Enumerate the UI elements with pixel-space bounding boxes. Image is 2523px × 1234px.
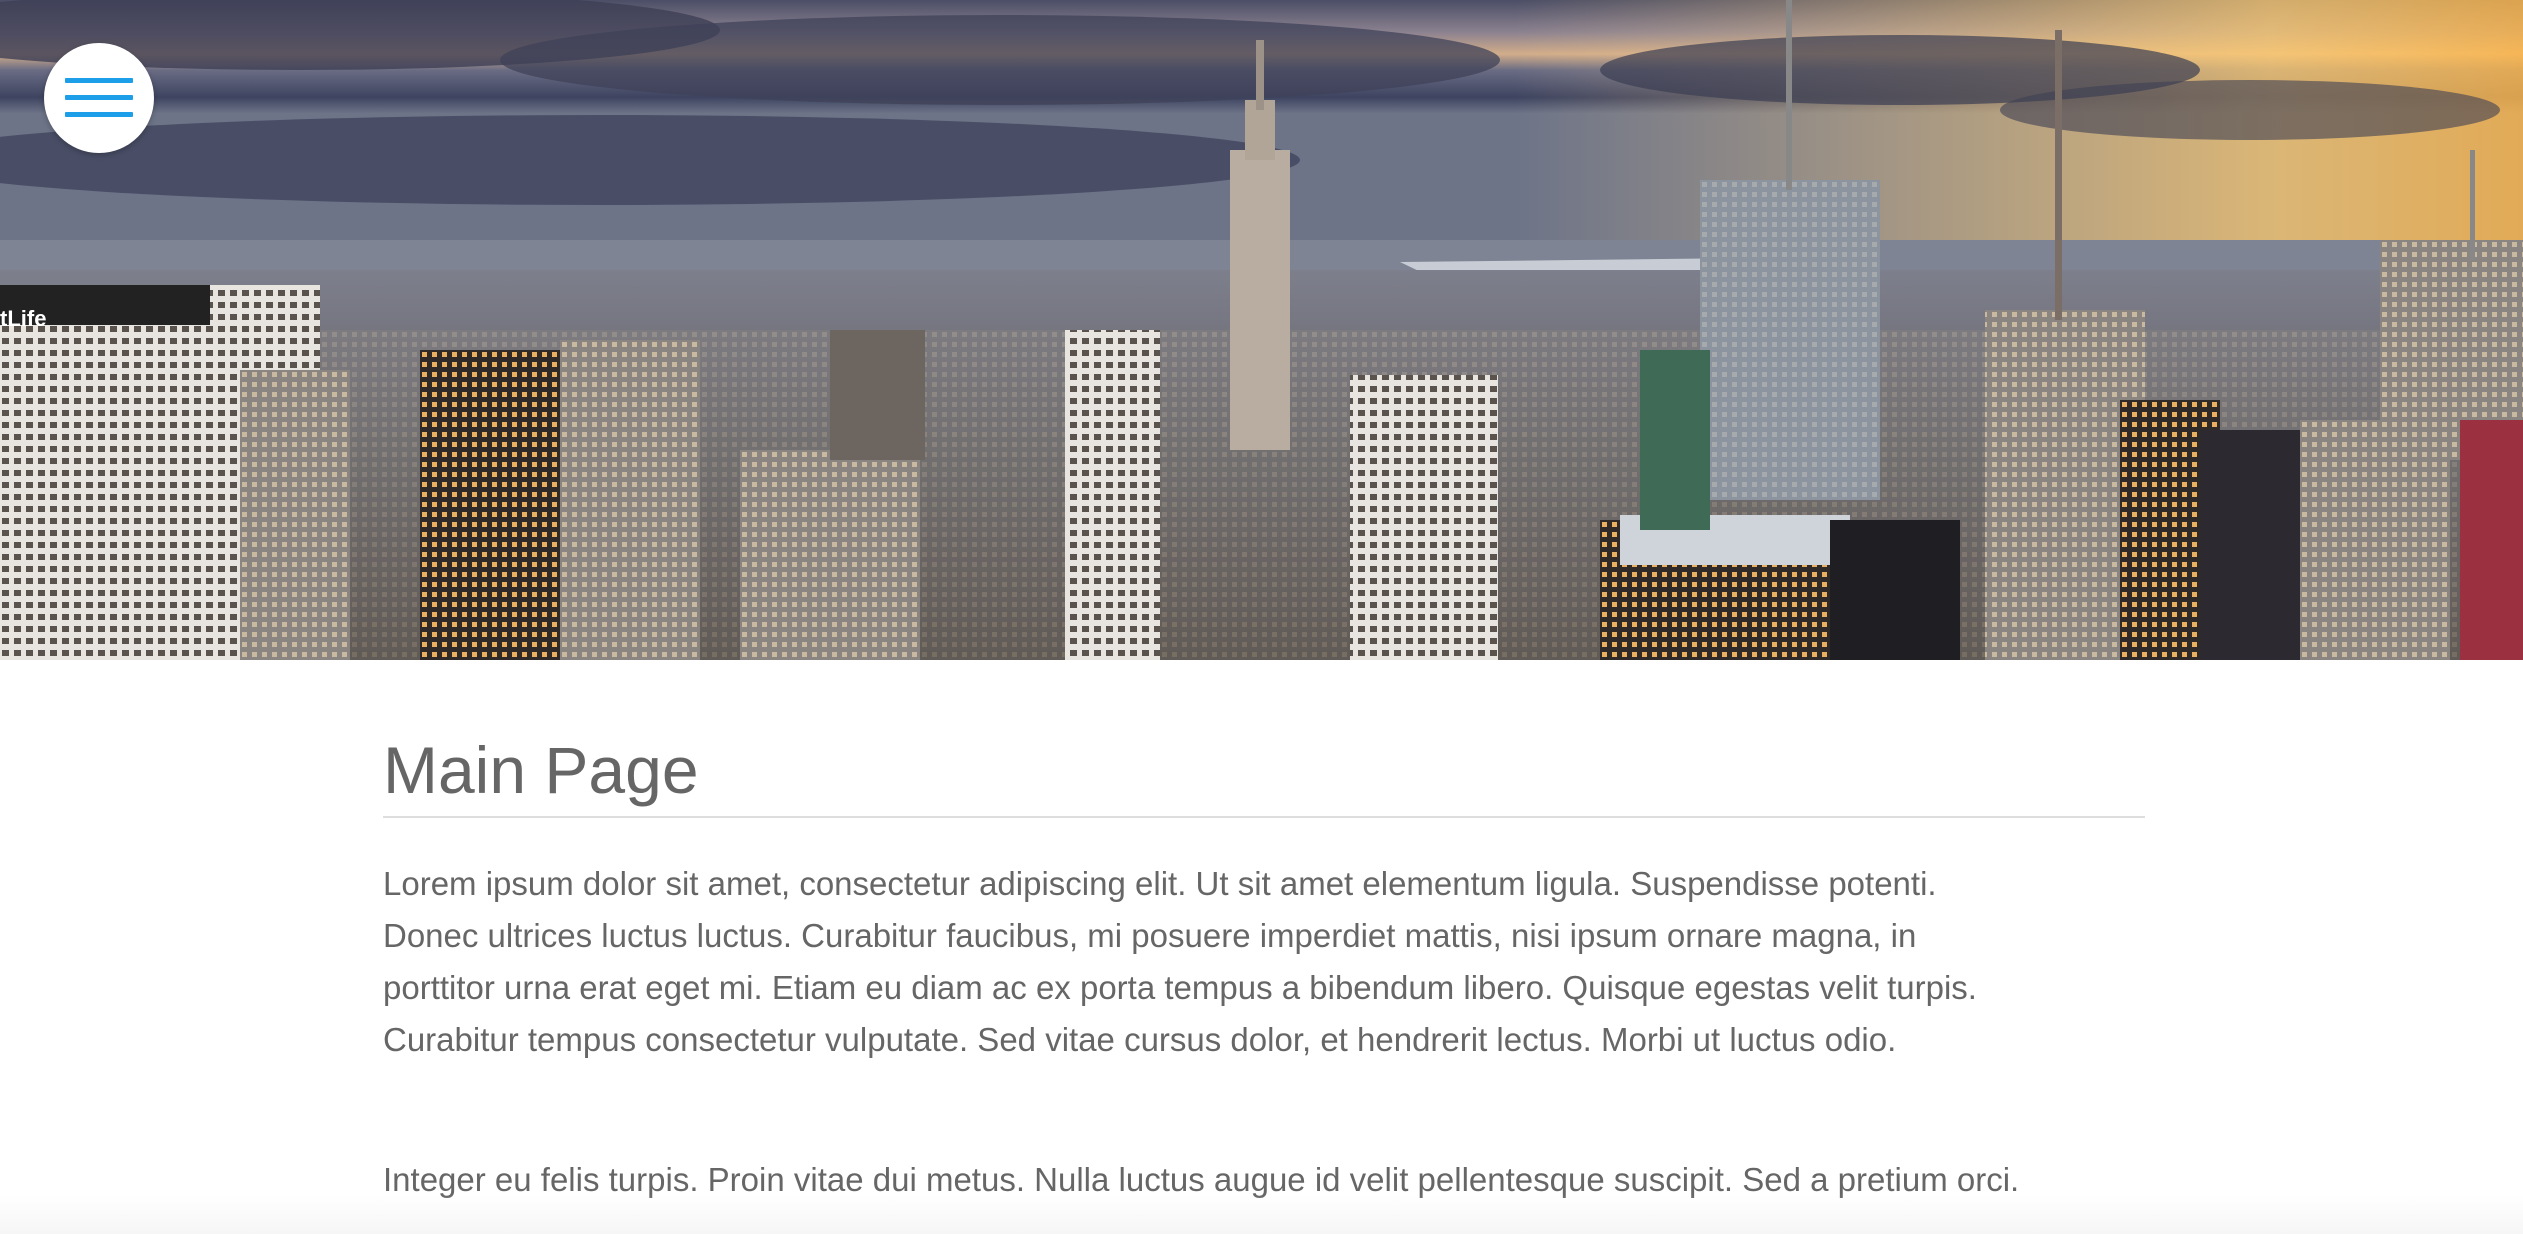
main-content: Main Page Lorem ipsum dolor sit amet, co… bbox=[383, 730, 2145, 1206]
page: tLife Main Page Lorem ipsum dolor sit am… bbox=[0, 0, 2523, 1234]
title-divider bbox=[383, 816, 2145, 818]
hamburger-menu-icon bbox=[65, 78, 133, 83]
body-paragraph: Lorem ipsum dolor sit amet, consectetur … bbox=[383, 865, 1977, 1058]
hamburger-menu-button[interactable] bbox=[44, 43, 154, 153]
menu-bar bbox=[65, 95, 133, 100]
page-title: Main Page bbox=[383, 733, 699, 807]
hero-banner: tLife bbox=[0, 0, 2523, 660]
menu-bar bbox=[65, 112, 133, 117]
building-sign: tLife bbox=[0, 306, 46, 331]
city-skyline-image: tLife bbox=[0, 0, 2523, 660]
bottom-fade bbox=[0, 1194, 2523, 1234]
